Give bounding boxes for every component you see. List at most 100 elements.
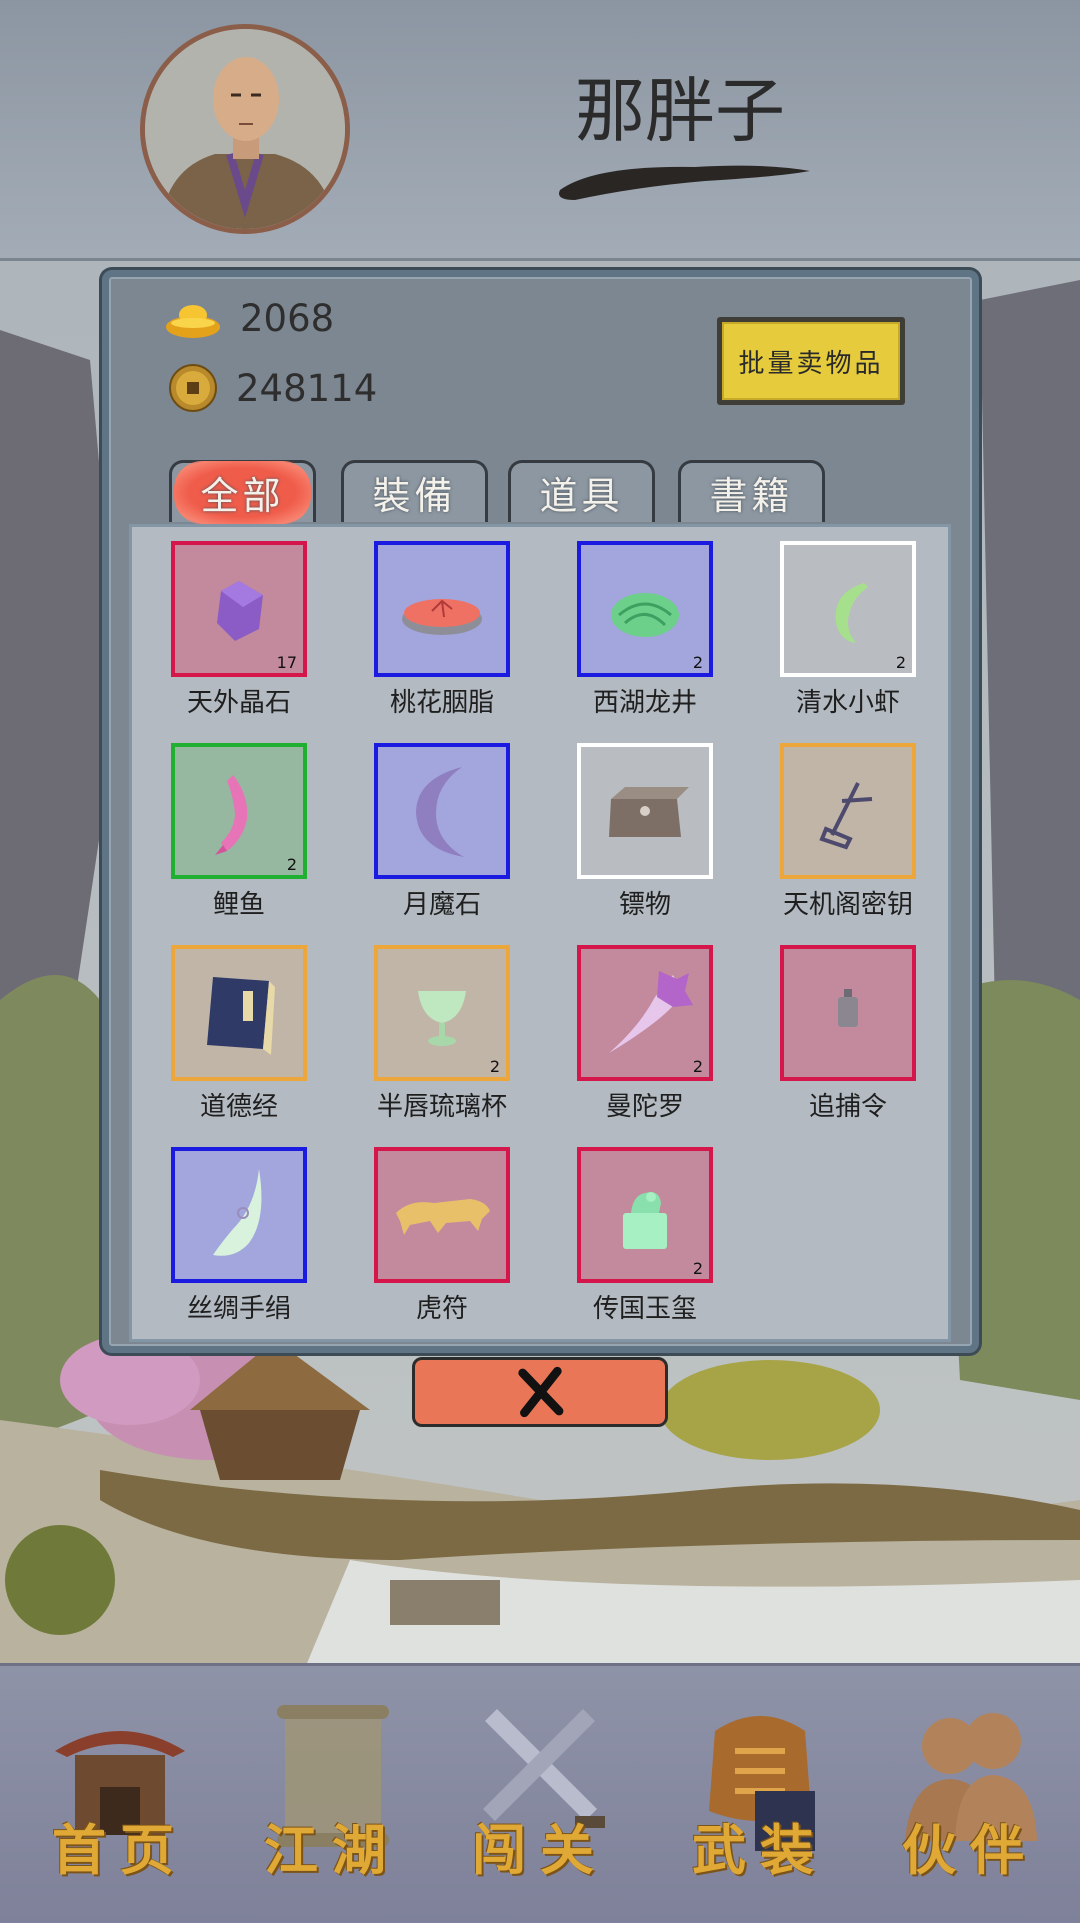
- item-box[interactable]: [780, 743, 916, 879]
- copper-coin-amount: 248114: [236, 366, 378, 410]
- close-icon: [518, 1366, 564, 1418]
- ink-brush-stroke: [559, 165, 810, 200]
- gold-ingot-row: 2068: [164, 297, 334, 340]
- tab-books[interactable]: 書籍: [678, 460, 825, 522]
- tab-equipment-label: 裝備: [372, 474, 457, 518]
- nav-companions[interactable]: 伙伴: [870, 1686, 1070, 1906]
- close-button[interactable]: [412, 1357, 668, 1427]
- jade-seal-icon: [623, 1192, 667, 1249]
- glass-cup-icon: [418, 991, 466, 1046]
- item-box[interactable]: 2: [577, 945, 713, 1081]
- batch-sell-label: 批量卖物品: [722, 322, 900, 400]
- item-count: 2: [286, 855, 297, 874]
- copper-coin-row: 248114: [164, 363, 377, 413]
- item-name: 追捕令: [808, 1092, 887, 1122]
- item-name: 西湖龙井: [592, 688, 697, 718]
- rouge-icon: [402, 599, 482, 635]
- item-box[interactable]: [780, 945, 916, 1081]
- item-count: 2: [692, 1259, 703, 1278]
- item-name: 月魔石: [402, 890, 481, 920]
- player-header: 那胖子: [0, 0, 1080, 261]
- tea-leaves-icon: [611, 593, 679, 637]
- item-name: 天外晶石: [186, 688, 291, 718]
- item-name: 丝绸手绢: [186, 1294, 291, 1324]
- item-slot: 17 天外晶石: [149, 541, 329, 719]
- tiger-tally-icon: [396, 1199, 490, 1235]
- item-count: 2: [692, 1057, 703, 1076]
- item-slot: 丝绸手绢: [149, 1147, 329, 1325]
- gold-ingot-icon: [166, 304, 220, 338]
- nav-home-label: 首页: [52, 1818, 188, 1882]
- item-slot: 道德经: [149, 945, 329, 1123]
- item-name: 传国玉玺: [592, 1294, 697, 1324]
- secret-key-icon: [819, 782, 873, 850]
- item-slot: 月魔石: [352, 743, 532, 921]
- carp-icon: [215, 775, 248, 855]
- item-grid: 17 天外晶石 桃花胭脂 2 西湖龙井 2 清水小虾 2 鲤鱼 月魔石 镖物 天…: [129, 524, 951, 1342]
- item-slot: 追捕令: [758, 945, 938, 1123]
- crystal-icon: [217, 581, 263, 641]
- item-box[interactable]: [374, 743, 510, 879]
- item-box[interactable]: 2: [577, 541, 713, 677]
- monk-portrait-icon: [145, 29, 345, 229]
- item-count: 2: [692, 653, 703, 672]
- item-name: 半唇琉璃杯: [376, 1092, 507, 1122]
- tab-books-label: 書籍: [709, 474, 794, 518]
- item-slot: 2 鲤鱼: [149, 743, 329, 921]
- tab-props[interactable]: 道具: [508, 460, 655, 522]
- item-count: 2: [895, 653, 906, 672]
- item-name: 鲤鱼: [212, 890, 265, 920]
- batch-sell-button[interactable]: 批量卖物品: [717, 317, 905, 405]
- item-slot: 桃花胭脂: [352, 541, 532, 719]
- item-name: 天机阁密钥: [782, 890, 913, 920]
- item-box[interactable]: 2: [780, 541, 916, 677]
- arrest-token-icon: [838, 989, 858, 1027]
- silk-handkerchief-icon: [213, 1169, 262, 1256]
- item-count: 17: [276, 653, 297, 672]
- tab-all[interactable]: 全部: [169, 460, 316, 524]
- item-box[interactable]: [577, 743, 713, 879]
- item-box[interactable]: 2: [577, 1147, 713, 1283]
- item-name: 镖物: [618, 890, 671, 920]
- item-count: 2: [489, 1057, 500, 1076]
- item-slot: 2 曼陀罗: [555, 945, 735, 1123]
- nav-challenge[interactable]: 闯关: [440, 1686, 640, 1906]
- nav-armor[interactable]: 武装: [660, 1686, 860, 1906]
- item-slot: 2 半唇琉璃杯: [352, 945, 532, 1123]
- item-box[interactable]: 2: [171, 743, 307, 879]
- item-name: 曼陀罗: [605, 1092, 684, 1122]
- item-slot: 虎符: [352, 1147, 532, 1325]
- item-box[interactable]: [171, 1147, 307, 1283]
- item-name: 虎符: [415, 1294, 468, 1324]
- tab-equipment[interactable]: 裝備: [341, 460, 488, 522]
- item-slot: 2 西湖龙井: [555, 541, 735, 719]
- item-box[interactable]: [374, 1147, 510, 1283]
- item-box[interactable]: 2: [374, 945, 510, 1081]
- item-name: 桃花胭脂: [389, 688, 494, 718]
- nav-companions-label: 伙伴: [902, 1818, 1038, 1882]
- item-slot: 天机阁密钥: [758, 743, 938, 921]
- book-icon: [207, 977, 275, 1055]
- gold-ingot-amount: 2068: [240, 297, 335, 340]
- tab-all-label: 全部: [174, 461, 311, 524]
- nav-challenge-label: 闯关: [472, 1818, 608, 1882]
- nav-jianghu-label: 江湖: [264, 1818, 400, 1882]
- datura-flower-icon: [609, 971, 693, 1053]
- player-name: 那胖子: [575, 70, 785, 152]
- tab-props-label: 道具: [539, 474, 624, 518]
- bottom-nav: 首页 江湖 闯关 武装 伙伴: [0, 1663, 1080, 1923]
- item-slot: 2 清水小虾: [758, 541, 938, 719]
- item-name: 道德经: [199, 1092, 278, 1122]
- shrimp-icon: [835, 583, 868, 643]
- player-avatar[interactable]: [140, 24, 350, 234]
- item-box[interactable]: 17: [171, 541, 307, 677]
- inventory-panel: 2068 248114 批量卖物品 全部 裝備 道具 書籍 17 天外晶石 桃花…: [102, 270, 979, 1353]
- escort-box-icon: [609, 787, 689, 837]
- nav-home[interactable]: 首页: [20, 1686, 220, 1906]
- item-slot: 2 传国玉玺: [555, 1147, 735, 1325]
- item-box[interactable]: [171, 945, 307, 1081]
- item-slot: 镖物: [555, 743, 735, 921]
- nav-jianghu[interactable]: 江湖: [232, 1686, 432, 1906]
- item-box[interactable]: [374, 541, 510, 677]
- item-name: 清水小虾: [795, 688, 900, 718]
